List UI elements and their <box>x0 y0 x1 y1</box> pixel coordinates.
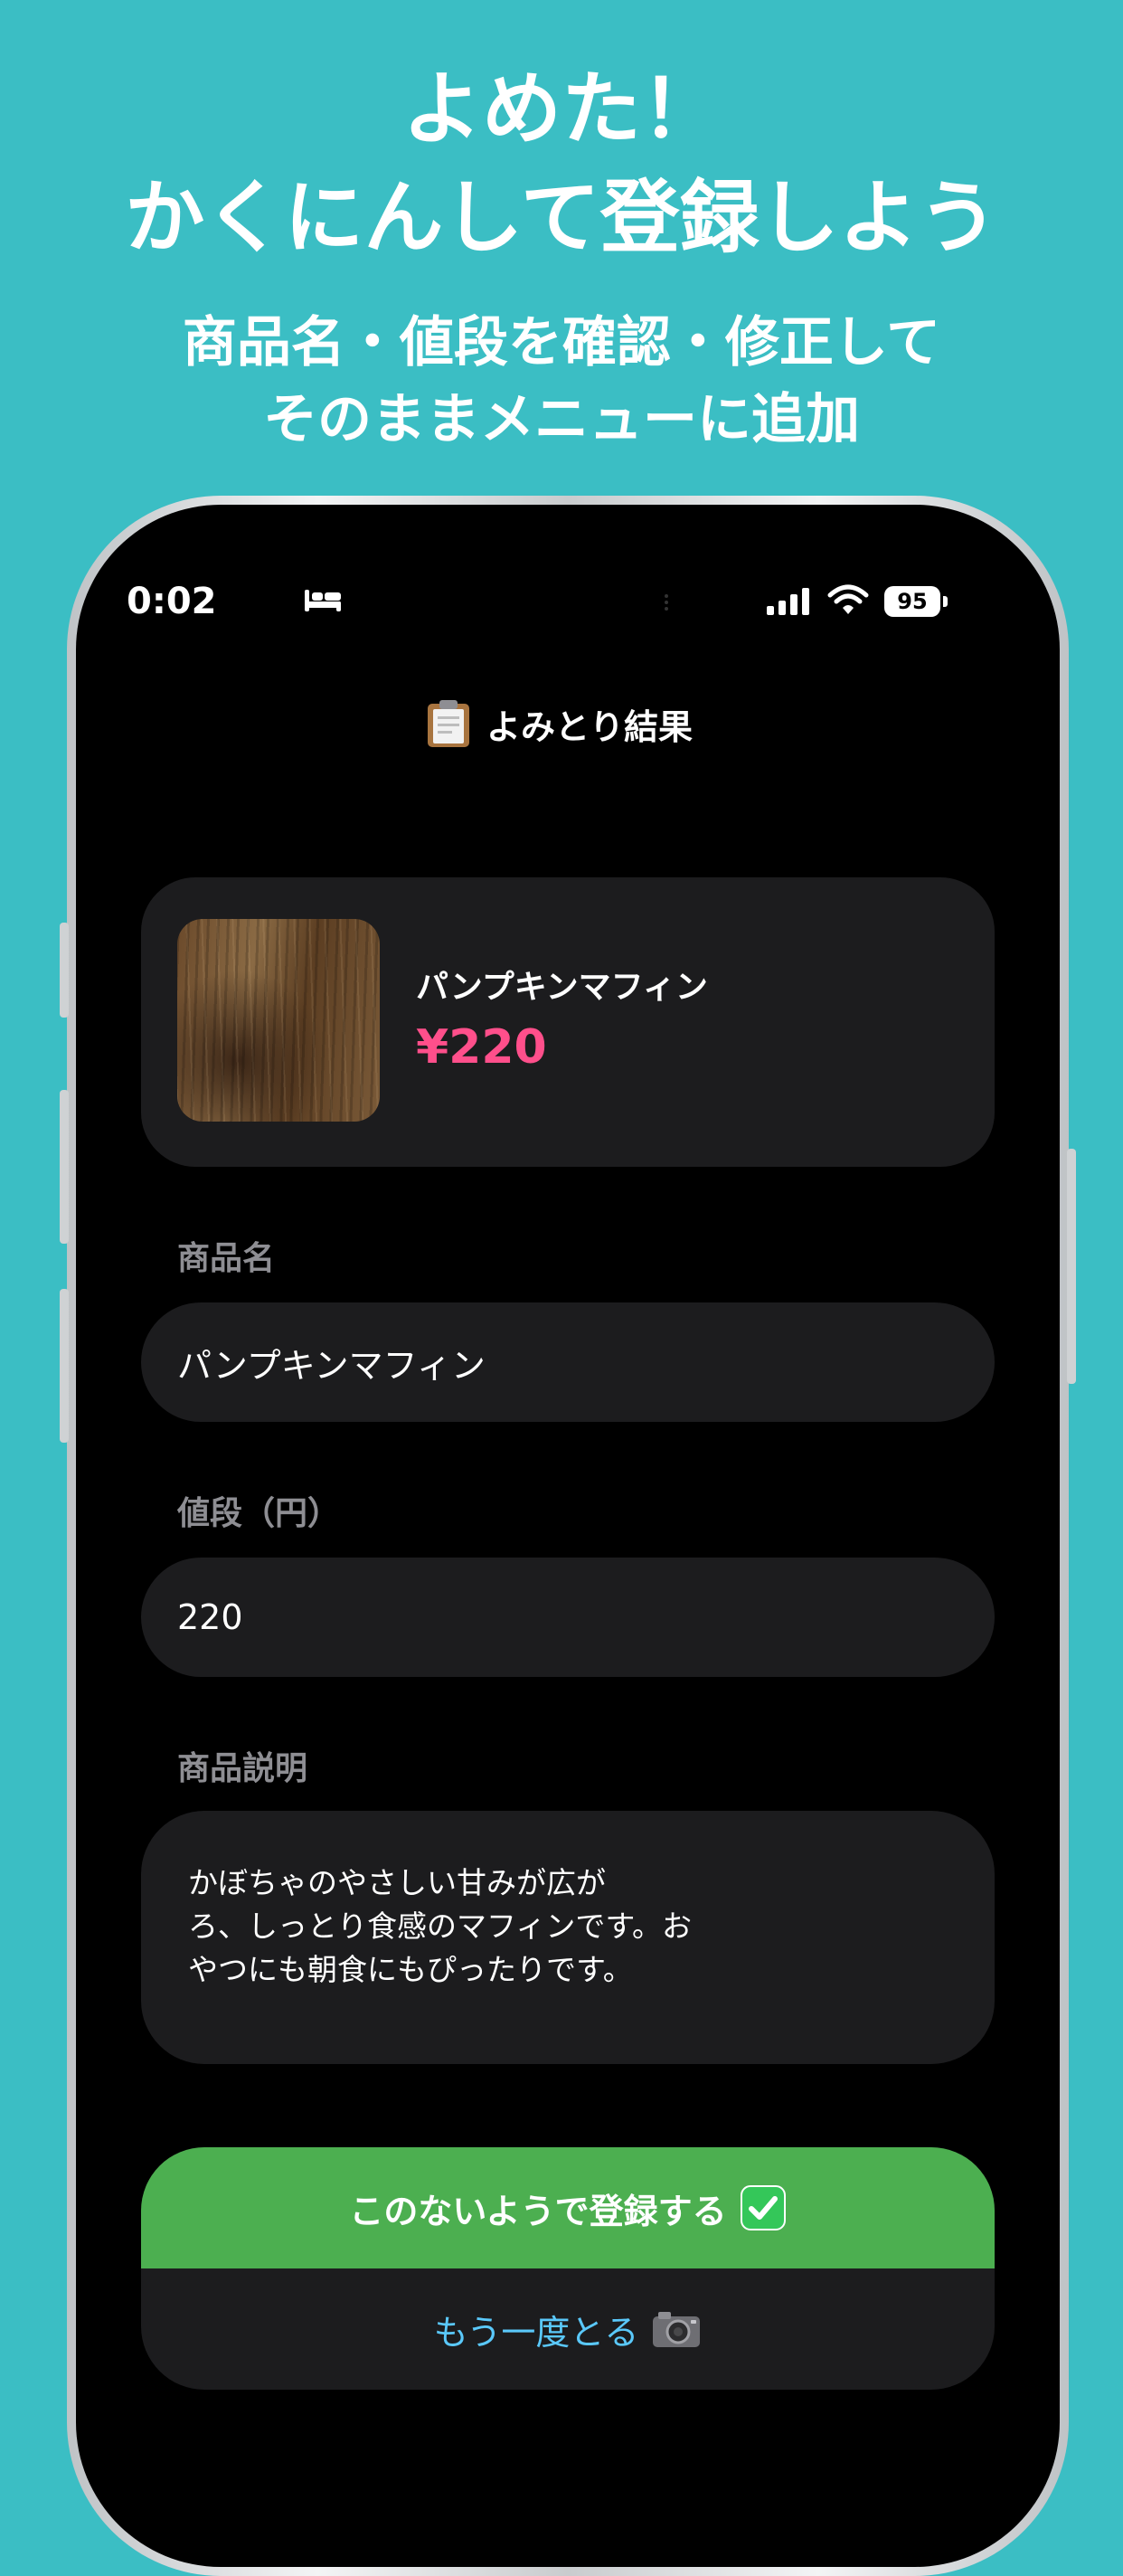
retake-button[interactable]: もう一度とる <box>141 2268 995 2390</box>
result-product-price: ¥220 <box>416 1020 547 1075</box>
name-label: 商品名 <box>177 1240 276 1277</box>
description-line: やつにも朝食にもぴったりです。 <box>188 1952 633 1987</box>
phone-volume-down-button <box>60 1289 69 1443</box>
battery-icon: 95 <box>884 586 940 617</box>
promo-headline-line1: よめた！ <box>401 62 721 156</box>
check-icon <box>740 2185 786 2230</box>
status-time: 0:02 <box>127 581 217 622</box>
name-field[interactable]: パンプキンマフィン <box>141 1302 995 1422</box>
price-field[interactable]: 220 <box>141 1558 995 1677</box>
result-product-name: パンプキンマフィン <box>416 969 708 1006</box>
price-label: 値段（円） <box>177 1495 341 1532</box>
promo-subtitle-line1: 商品名・値段を確認・修正して <box>182 311 941 374</box>
battery-tip <box>943 596 948 607</box>
camera-icon <box>653 2312 701 2347</box>
description-textarea[interactable]: かぼちゃのやさしい甘みが広が ろ、しっとり食感のマフィンです。お やつにも朝食に… <box>141 1811 995 2064</box>
bed-icon <box>305 590 341 611</box>
name-field-value: パンプキンマフィン <box>177 1345 486 1386</box>
register-button-label: このないようで登録する <box>349 2191 727 2231</box>
register-button[interactable]: このないようで登録する <box>141 2147 995 2268</box>
promo-subtitle-line2: そのままメニューに追加 <box>263 388 860 451</box>
promo-headline-line2: かくにんして登録しよう <box>125 170 998 264</box>
signal-icon <box>767 588 809 615</box>
dynamic-island-dots <box>665 594 668 611</box>
price-field-value: 220 <box>177 1597 243 1637</box>
wifi-icon <box>827 584 869 614</box>
screen-title: よみとり結果 <box>486 706 694 747</box>
screen-header: よみとり結果 <box>425 696 693 751</box>
phone-power-button <box>1067 1149 1076 1384</box>
description-label: 商品説明 <box>177 1750 308 1787</box>
description-line: かぼちゃのやさしい甘みが広が <box>188 1865 606 1900</box>
retake-button-label: もう一度とる <box>433 2312 639 2353</box>
clipboard-icon <box>428 700 469 747</box>
product-photo-thumbnail <box>177 919 380 1122</box>
description-line: ろ、しっとり食感のマフィンです。お <box>188 1908 693 1944</box>
phone-action-button <box>60 923 69 1018</box>
phone-volume-up-button <box>60 1090 69 1244</box>
action-button-group: このないようで登録する もう一度とる <box>141 2147 995 2390</box>
